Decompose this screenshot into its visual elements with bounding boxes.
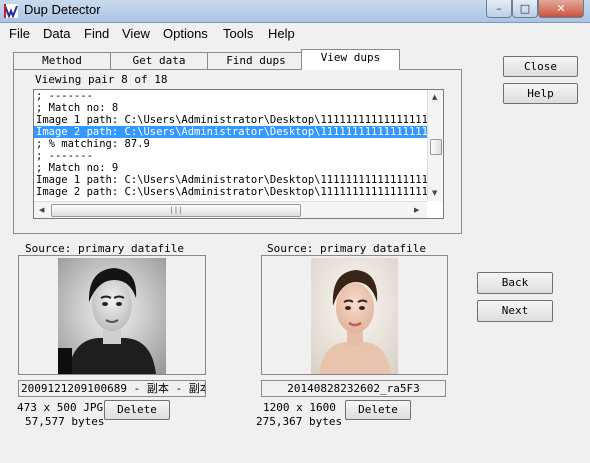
list-item[interactable]: ; Match no: 9 [34, 162, 427, 174]
tab-find-dups[interactable]: Find dups [207, 52, 305, 69]
menu-options[interactable]: Options [163, 26, 208, 41]
left-dimensions: 473 x 500 JPG [17, 401, 104, 414]
list-item[interactable]: Image 1 path: C:\Users\Administrator\Des… [34, 114, 427, 126]
vertical-scroll-thumb[interactable] [430, 139, 442, 155]
help-button[interactable]: Help [503, 83, 578, 104]
list-item[interactable]: Image 2 path: C:\Users\Administrator\Des… [34, 126, 427, 138]
menu-help[interactable]: Help [268, 26, 295, 41]
right-image[interactable] [311, 258, 398, 374]
viewing-pair-label: Viewing pair 8 of 18 [35, 73, 168, 86]
list-item[interactable]: ; ------- [34, 150, 427, 162]
list-item[interactable]: ; Match no: 8 [34, 102, 427, 114]
right-photo-graphic [311, 258, 398, 374]
list-item[interactable]: ; ------- [34, 90, 427, 102]
maximize-button[interactable]: □ [512, 0, 538, 18]
scroll-up-icon[interactable]: ▲ [432, 93, 437, 101]
app-icon [4, 4, 18, 18]
right-filename-field[interactable]: 20140828232602_ra5F3 [261, 380, 446, 397]
next-button[interactable]: Next [477, 300, 553, 322]
back-button[interactable]: Back [477, 272, 553, 294]
right-source-label: Source: primary datafile [267, 242, 426, 255]
left-delete-button[interactable]: Delete [104, 400, 170, 420]
left-file-size: 57,577 bytes [25, 415, 105, 428]
title-bar: Dup Detector – □ ✕ [0, 0, 590, 23]
tab-view-dups[interactable]: View dups [301, 49, 400, 70]
horizontal-scrollbar[interactable]: ◀ ||| ▶ [34, 201, 427, 218]
menu-file[interactable]: File [9, 26, 30, 41]
match-lines: ; -------; Match no: 8 Image 1 path: C:\U… [34, 90, 427, 201]
right-dimensions: 1200 x 1600 [263, 401, 336, 414]
right-delete-button[interactable]: Delete [345, 400, 411, 420]
left-image[interactable] [58, 258, 166, 374]
scroll-left-icon[interactable]: ◀ [39, 206, 44, 214]
close-icon: ✕ [556, 2, 566, 15]
left-filename-field[interactable]: 2009121209100689 - 副本 - 副本 [18, 380, 206, 397]
tab-get-data[interactable]: Get data [110, 52, 208, 69]
scroll-down-icon[interactable]: ▼ [432, 189, 437, 197]
minimize-icon: – [496, 2, 502, 15]
list-item[interactable]: Image 1 path: C:\Users\Administrator\Des… [34, 174, 427, 186]
maximize-icon: □ [519, 2, 531, 15]
horizontal-scroll-thumb[interactable]: ||| [51, 204, 301, 217]
menu-data[interactable]: Data [43, 26, 70, 41]
minimize-button[interactable]: – [486, 0, 512, 18]
menu-tools[interactable]: Tools [223, 26, 253, 41]
left-photo-graphic [58, 258, 166, 374]
close-button[interactable]: Close [503, 56, 578, 77]
window-title: Dup Detector [24, 2, 101, 17]
list-item[interactable]: Image 2 path: C:\Users\Administrator\Des… [34, 186, 427, 198]
list-item[interactable]: ; % matching: 87.9 [34, 138, 427, 150]
menu-view[interactable]: View [122, 26, 150, 41]
tab-method[interactable]: Method [13, 52, 111, 69]
menu-find[interactable]: Find [84, 26, 109, 41]
match-listbox[interactable]: ; -------; Match no: 8 Image 1 path: C:\U… [33, 89, 444, 219]
close-window-button[interactable]: ✕ [538, 0, 584, 18]
left-source-label: Source: primary datafile [25, 242, 184, 255]
scroll-right-icon[interactable]: ▶ [414, 206, 419, 214]
right-file-size: 275,367 bytes [256, 415, 343, 428]
menu-bar: File Data Find View Options Tools Help [0, 23, 590, 45]
vertical-scrollbar[interactable]: ▲ ▼ [427, 90, 443, 201]
